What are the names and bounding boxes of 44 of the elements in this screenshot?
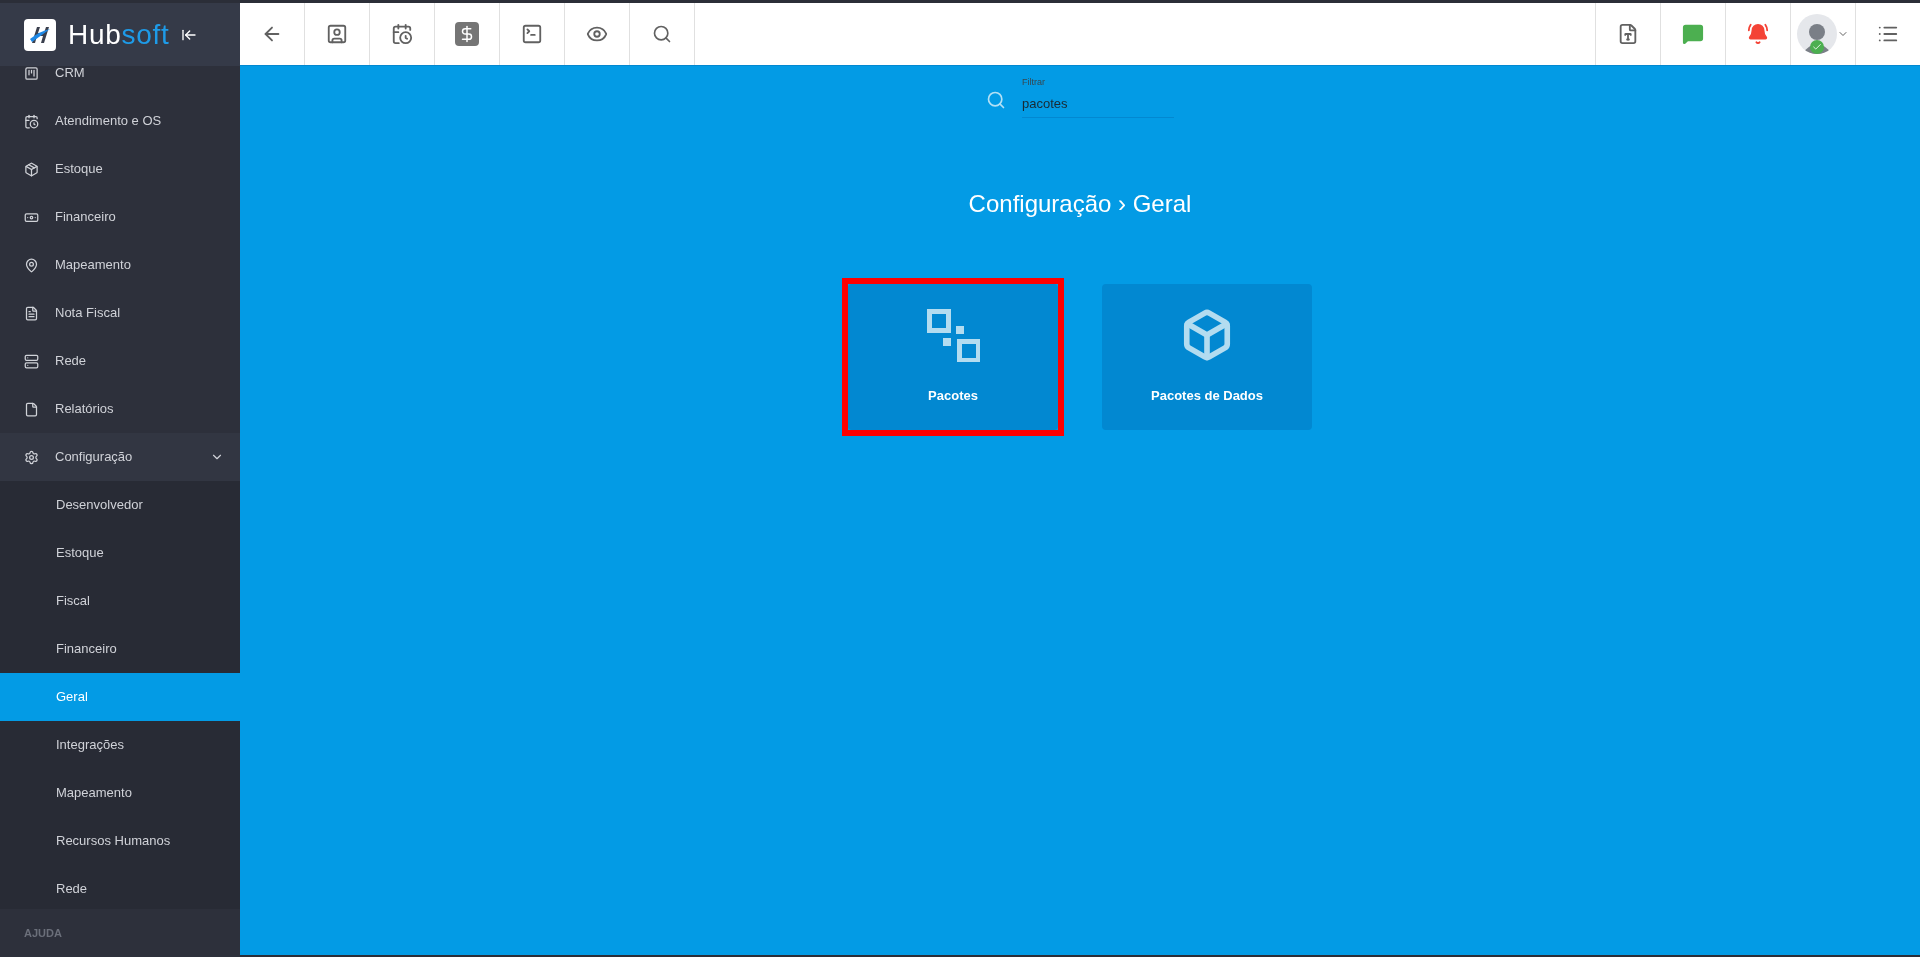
sidebar-item[interactable]: Configuração bbox=[0, 433, 240, 481]
sidebar-subitem[interactable]: Recursos Humanos bbox=[0, 817, 240, 865]
squares-icon bbox=[926, 308, 980, 363]
map-pin-icon bbox=[24, 257, 39, 273]
calendar-clock-icon bbox=[24, 113, 39, 129]
bell-icon bbox=[1747, 23, 1769, 45]
search-icon bbox=[652, 24, 672, 44]
avatar-icon bbox=[1797, 14, 1837, 54]
sidebar-subitem[interactable]: Financeiro bbox=[0, 625, 240, 673]
settings-icon bbox=[24, 449, 39, 465]
settings-card[interactable]: Pacotes bbox=[848, 284, 1058, 430]
sidebar-subitem[interactable]: Integrações bbox=[0, 721, 240, 769]
sidebar-subitem[interactable]: Fiscal bbox=[0, 577, 240, 625]
sidebar-subitem[interactable]: Mapeamento bbox=[0, 769, 240, 817]
document-icon bbox=[24, 305, 39, 321]
logo-icon bbox=[24, 18, 56, 51]
dollar-icon bbox=[455, 22, 479, 46]
sidebar-item[interactable]: Estoque bbox=[0, 145, 240, 193]
search-icon bbox=[986, 90, 1006, 110]
file-icon bbox=[24, 401, 39, 417]
page-title: Configuração › Geral bbox=[968, 189, 1192, 219]
sidebar-item[interactable]: CRM bbox=[0, 66, 240, 97]
document-icon bbox=[1617, 23, 1639, 45]
sidebar-item[interactable]: Nota Fiscal bbox=[0, 289, 240, 337]
sidebar-subitem[interactable]: Estoque bbox=[0, 529, 240, 577]
sidebar-item[interactable]: Rede bbox=[0, 337, 240, 385]
settings-card[interactable]: Pacotes de Dados bbox=[1102, 284, 1312, 430]
package-icon bbox=[24, 161, 39, 177]
logo-text: Hubsoft bbox=[68, 20, 170, 49]
sidebar-subitem[interactable]: Desenvolvedor bbox=[0, 481, 240, 529]
sidebar-item[interactable]: Mapeamento bbox=[0, 241, 240, 289]
server-icon bbox=[24, 353, 39, 369]
sidebar-subitem[interactable]: Rede bbox=[0, 865, 240, 909]
section-heading: AJUDA bbox=[24, 925, 62, 941]
sidebar-item[interactable]: Financeiro bbox=[0, 193, 240, 241]
sidebar-item[interactable]: Relatórios bbox=[0, 385, 240, 433]
calendar-clock-icon bbox=[391, 23, 413, 45]
kanban-icon bbox=[24, 66, 39, 81]
speech-bubble-icon bbox=[1682, 23, 1704, 45]
contact-card-icon bbox=[326, 23, 348, 45]
filter-field[interactable]: pacotes bbox=[1022, 89, 1174, 118]
terminal-icon bbox=[521, 23, 543, 45]
field-label: Filtrar bbox=[1022, 76, 1046, 89]
sidebar-item[interactable]: Atendimento e OS bbox=[0, 97, 240, 145]
